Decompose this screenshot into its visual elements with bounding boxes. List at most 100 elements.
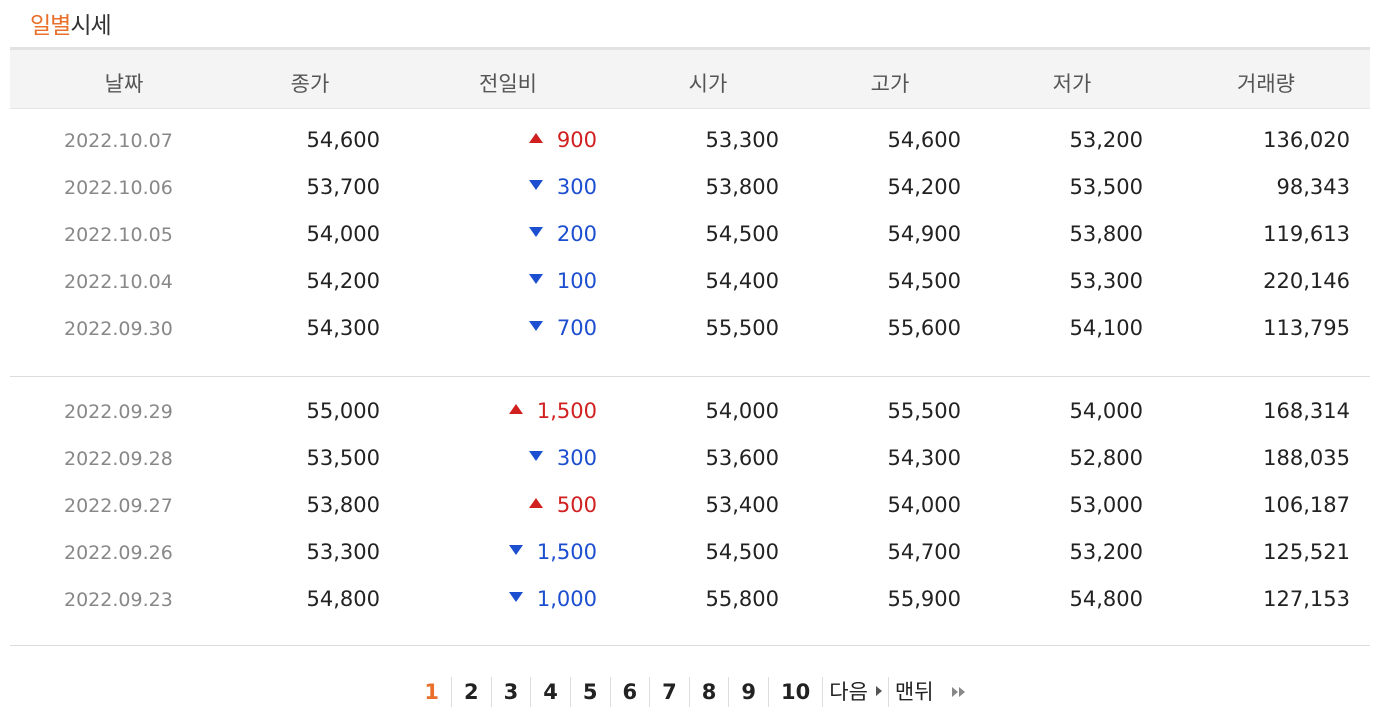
cell-low: 53,000 [1069,493,1143,517]
cell-change: 700 [397,316,597,340]
cell-high: 54,600 [887,128,961,152]
cell-date: 2022.09.26 [64,542,173,564]
double-right-icon [951,675,966,705]
cell-open: 55,800 [705,587,779,611]
cell-date: 2022.10.04 [64,271,173,293]
cell-close: 54,300 [306,316,380,340]
cell-date: 2022.10.07 [64,130,173,152]
table-row: 2022.10.04 54,200 100 54,400 54,500 53,300 220… [10,261,1370,308]
page-link-9[interactable]: 9 [728,677,768,707]
down-triangle-icon [528,180,543,190]
table-row: 2022.09.26 53,300 1,500 54,500 54,700 53,200 1… [10,532,1370,579]
cell-change: 300 [397,446,597,470]
cell-high: 55,900 [887,587,961,611]
cell-close: 54,800 [306,587,380,611]
cell-open: 53,400 [705,493,779,517]
cell-volume: 119,613 [1263,222,1350,246]
up-triangle-icon [528,498,543,508]
section-title-accent: 일별 [30,13,71,39]
header-volume: 거래량 [1237,72,1295,96]
cell-high: 54,700 [887,540,961,564]
cell-date: 2022.09.23 [64,589,173,611]
cell-close: 54,000 [306,222,380,246]
cell-open: 55,500 [705,316,779,340]
page-link-6[interactable]: 6 [609,677,650,707]
section-title-rest: 시세 [70,13,111,39]
cell-volume: 188,035 [1263,446,1350,470]
cell-open: 54,500 [705,540,779,564]
cell-low: 53,500 [1069,175,1143,199]
cell-high: 54,000 [887,493,961,517]
cell-change: 200 [397,222,597,246]
cell-change: 100 [397,269,597,293]
page-link-7[interactable]: 7 [649,677,689,707]
down-triangle-icon [508,545,523,555]
page-link-5[interactable]: 5 [569,677,610,707]
cell-date: 2022.09.27 [64,495,173,517]
cell-high: 55,600 [887,316,961,340]
table-row: 2022.09.30 54,300 700 55,500 55,600 54,100 113… [10,308,1370,355]
cell-high: 54,900 [887,222,961,246]
cell-volume: 98,343 [1276,175,1350,199]
cell-low: 53,200 [1069,128,1143,152]
header-high: 고가 [870,72,910,96]
cell-date: 2022.10.05 [64,224,173,246]
table-row: 2022.09.23 54,800 1,000 55,800 55,900 54,800 1… [10,579,1370,626]
up-triangle-icon [528,133,543,143]
cell-open: 54,400 [705,269,779,293]
cell-high: 55,500 [887,399,961,423]
cell-date: 2022.10.06 [64,177,173,199]
table-row: 2022.10.05 54,000 200 54,500 54,900 53,800 119… [10,214,1370,261]
cell-close: 54,200 [306,269,380,293]
cell-date: 2022.09.28 [64,448,173,470]
next-page-link[interactable]: 다음 [822,677,888,707]
header-open: 시가 [688,72,728,96]
down-triangle-icon [528,227,543,237]
page-link-8[interactable]: 8 [688,677,729,707]
header-low: 저가 [1052,72,1092,96]
cell-volume: 113,795 [1263,316,1350,340]
page-link-10[interactable]: 10 [768,677,822,707]
down-triangle-icon [528,321,543,331]
page-link-3[interactable]: 3 [490,677,531,707]
pagination: 1 2 3 4 5 6 7 8 9 10 다음 맨뒤 [0,672,1384,712]
cell-low: 53,800 [1069,222,1143,246]
cell-change: 1,500 [397,540,597,564]
header-close: 종가 [290,72,330,96]
section-title: 일별시세 [30,6,112,40]
cell-volume: 220,146 [1263,269,1350,293]
page-link-4[interactable]: 4 [530,677,570,707]
cell-high: 54,200 [887,175,961,199]
cell-close: 53,700 [306,175,380,199]
down-triangle-icon [508,592,523,602]
cell-low: 54,000 [1069,399,1143,423]
page-link-2[interactable]: 2 [451,677,491,707]
cell-high: 54,300 [887,446,961,470]
cell-volume: 136,020 [1263,128,1350,152]
header-date: 날짜 [104,72,144,96]
cell-open: 54,500 [705,222,779,246]
cell-volume: 125,521 [1263,540,1350,564]
table-row: 2022.10.07 54,600 900 53,300 54,600 53,200 136… [10,120,1370,167]
down-triangle-icon [528,451,543,461]
table-row: 2022.10.06 53,700 300 53,800 54,200 53,500 98,… [10,167,1370,214]
cell-change: 300 [397,175,597,199]
cell-close: 55,000 [306,399,380,423]
cell-open: 53,600 [705,446,779,470]
up-triangle-icon [508,404,523,414]
table-row: 2022.09.27 53,800 500 53,400 54,000 53,000 106… [10,485,1370,532]
cell-close: 54,600 [306,128,380,152]
cell-date: 2022.09.30 [64,318,173,340]
header-change: 전일비 [479,72,537,96]
cell-close: 53,800 [306,493,380,517]
cell-volume: 106,187 [1263,493,1350,517]
cell-change: 500 [397,493,597,517]
cell-open: 54,000 [705,399,779,423]
down-triangle-icon [528,274,543,284]
last-page-link[interactable]: 맨뒤 [887,675,972,707]
cell-change: 1,000 [397,587,597,611]
page-link-1[interactable]: 1 [412,677,451,707]
cell-date: 2022.09.29 [64,401,173,423]
cell-change: 900 [397,128,597,152]
cell-open: 53,300 [705,128,779,152]
